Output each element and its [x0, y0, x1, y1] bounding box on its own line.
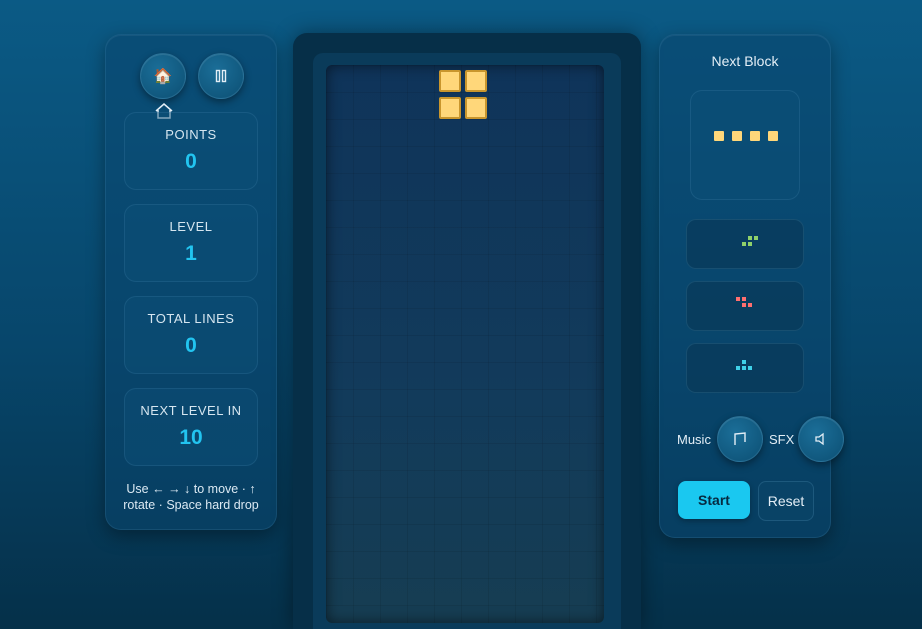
points-value: 0	[185, 150, 197, 173]
sfx-toggle[interactable]	[798, 416, 844, 462]
next-level-value: 10	[179, 426, 203, 449]
controls-help: Use ← → ↓ to move · ↑ rotate · Space har…	[123, 482, 259, 512]
piece-cell	[439, 97, 461, 119]
queue-piece-cell	[742, 360, 746, 364]
home-emoji-icon: 🏠	[153, 67, 173, 85]
piece-cell	[465, 97, 487, 119]
speaker-icon	[815, 432, 824, 446]
next-level-label: NEXT LEVEL IN	[140, 403, 242, 418]
game-board[interactable]	[326, 65, 604, 623]
queue-piece-cell	[742, 303, 746, 307]
sfx-label: SFX	[769, 432, 795, 447]
queue-slot-3	[686, 343, 804, 393]
queue-piece-cell	[748, 366, 752, 370]
total-lines-value: 0	[185, 334, 197, 357]
points-card: POINTS 0	[124, 112, 258, 190]
queue-piece-cell	[742, 297, 746, 301]
next-piece-cell	[750, 131, 760, 141]
board-bezel	[313, 53, 621, 629]
queue-piece-cell	[748, 242, 752, 246]
music-label: Music	[677, 432, 711, 447]
stats-panel: 🏠 POINTS 0 LEVEL 1 TOTAL LINES 0 NEXT LE…	[105, 34, 277, 530]
total-lines-card: TOTAL LINES 0	[124, 296, 258, 374]
total-lines-label: TOTAL LINES	[147, 311, 235, 326]
next-block-preview	[690, 90, 800, 200]
next-piece-cell	[732, 131, 742, 141]
queue-piece-cell	[736, 366, 740, 370]
queue-slot-2	[686, 281, 804, 331]
level-value: 1	[185, 242, 197, 265]
next-block-title: Next Block	[711, 53, 779, 69]
piece-cell	[465, 70, 487, 92]
board-frame	[293, 33, 641, 629]
points-label: POINTS	[165, 127, 217, 142]
queue-piece-cell	[748, 303, 752, 307]
piece-cell	[439, 70, 461, 92]
level-card: LEVEL 1	[124, 204, 258, 282]
next-piece-cell	[768, 131, 778, 141]
queue-piece-cell	[742, 242, 746, 246]
music-note-icon	[734, 432, 746, 445]
reset-button[interactable]: Reset	[758, 481, 814, 521]
pause-button[interactable]	[198, 53, 244, 99]
home-button[interactable]: 🏠	[140, 53, 186, 99]
queue-piece-cell	[742, 366, 746, 370]
next-piece-cell	[714, 131, 724, 141]
level-label: LEVEL	[169, 219, 213, 234]
queue-slot-1	[686, 219, 804, 269]
music-toggle[interactable]	[717, 416, 763, 462]
next-level-card: NEXT LEVEL IN 10	[124, 388, 258, 466]
next-panel: Next Block Music SFX Start Reset	[659, 34, 844, 538]
queue-piece-cell	[748, 236, 752, 240]
start-button[interactable]: Start	[678, 481, 750, 519]
pause-icon	[215, 69, 227, 83]
queue-piece-cell	[736, 297, 740, 301]
queue-piece-cell	[754, 236, 758, 240]
